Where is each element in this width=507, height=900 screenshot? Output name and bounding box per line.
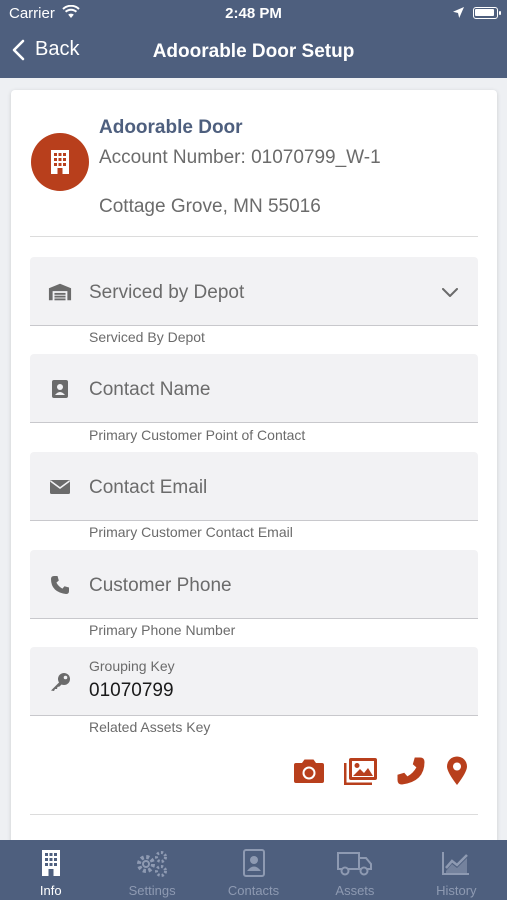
key-icon	[48, 671, 72, 693]
tab-info[interactable]: Info	[0, 840, 101, 900]
tab-label: Assets	[335, 883, 375, 898]
contact-card-icon	[48, 378, 72, 400]
account-card: Adoorable Door Account Number: 01070799_…	[11, 90, 497, 850]
depot-select[interactable]: Serviced by Depot	[30, 257, 478, 326]
contact-name-placeholder: Contact Name	[89, 379, 211, 400]
tab-history[interactable]: History	[406, 840, 507, 900]
phone-icon	[48, 574, 72, 596]
account-name: Adoorable Door	[99, 117, 243, 138]
tab-label: History	[436, 883, 477, 898]
phone-icon	[397, 757, 425, 785]
grouping-key-label: Grouping Key	[89, 658, 175, 674]
camera-icon	[294, 759, 324, 783]
account-address: Cottage Grove, MN 55016	[99, 196, 321, 217]
photo-gallery-button[interactable]	[343, 755, 379, 787]
tab-contacts[interactable]: Contacts	[203, 840, 304, 900]
depot-helper-text: Serviced By Depot	[89, 329, 205, 345]
gears-icon	[101, 849, 202, 877]
nav-bar: Back Adoorable Door Setup	[0, 28, 507, 78]
location-arrow-icon	[452, 6, 465, 23]
call-button[interactable]	[395, 755, 427, 787]
grouping-key-field[interactable]: Grouping Key 01070799	[30, 647, 478, 716]
camera-button[interactable]	[292, 755, 326, 787]
account-avatar	[31, 133, 89, 191]
contact-name-helper-text: Primary Customer Point of Contact	[89, 427, 306, 443]
account-number: Account Number: 01070799_W-1	[99, 147, 381, 168]
battery-icon	[473, 7, 501, 19]
divider	[30, 236, 478, 237]
status-time: 2:48 PM	[225, 5, 282, 22]
envelope-icon	[48, 476, 72, 498]
tab-assets[interactable]: Assets	[304, 840, 405, 900]
tab-bar: Info Settings Contacts Assets History	[0, 840, 507, 900]
grouping-key-helper-text: Related Assets Key	[89, 719, 211, 735]
content-area: Adoorable Door Account Number: 01070799_…	[0, 78, 507, 850]
warehouse-icon	[48, 281, 72, 303]
contact-email-helper-text: Primary Customer Contact Email	[89, 524, 293, 540]
contact-name-field[interactable]: Contact Name	[30, 354, 478, 423]
customer-phone-placeholder: Customer Phone	[89, 575, 232, 596]
tab-settings[interactable]: Settings	[101, 840, 202, 900]
depot-placeholder: Serviced by Depot	[89, 282, 245, 303]
grouping-key-value: 01070799	[89, 680, 174, 701]
chevron-down-icon	[442, 285, 458, 303]
tab-label: Contacts	[227, 883, 280, 898]
tab-label: Info	[39, 883, 62, 898]
page-title: Adoorable Door Setup	[152, 41, 355, 62]
tab-label: Settings	[128, 883, 176, 898]
chart-line-icon	[406, 849, 507, 877]
photo-gallery-icon	[344, 758, 377, 785]
customer-phone-field[interactable]: Customer Phone	[30, 550, 478, 619]
contact-email-placeholder: Contact Email	[89, 477, 208, 498]
status-bar: Carrier 2:48 PM	[0, 0, 507, 28]
divider	[30, 814, 478, 815]
customer-phone-helper-text: Primary Phone Number	[89, 622, 236, 638]
map-pin-icon	[447, 756, 467, 785]
contact-email-field[interactable]: Contact Email	[30, 452, 478, 521]
truck-icon	[304, 849, 405, 877]
building-icon	[0, 849, 101, 877]
map-pin-button[interactable]	[443, 755, 471, 787]
contact-card-icon	[203, 849, 304, 877]
building-icon	[51, 150, 69, 174]
